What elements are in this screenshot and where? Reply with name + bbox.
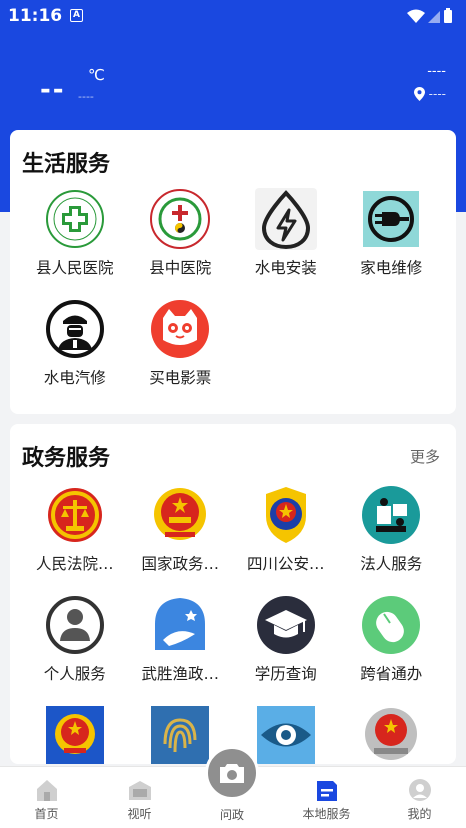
location-label: ----	[428, 87, 446, 101]
local-service-icon	[314, 777, 340, 803]
service-item[interactable]: 县中医院	[128, 188, 234, 298]
service-item[interactable]	[339, 704, 445, 764]
corporate-service-icon	[360, 484, 422, 546]
fingerprint-icon	[149, 704, 211, 764]
tab-media[interactable]: 视听	[93, 767, 186, 828]
service-item[interactable]: 水电安装	[233, 188, 339, 298]
signal-battery-icon	[407, 8, 452, 23]
service-item[interactable]: 个人服务	[22, 594, 128, 704]
home-icon	[34, 777, 60, 803]
location-pin-icon	[413, 87, 425, 101]
tab-local-service[interactable]: 本地服务	[280, 767, 373, 828]
lightning-drop-icon	[254, 188, 317, 250]
service-label: 人民法院…	[35, 555, 114, 573]
eye-icon	[255, 704, 317, 764]
service-item[interactable]: 人民法院…	[22, 484, 128, 594]
tcm-hospital-icon	[149, 188, 211, 250]
camera-button[interactable]	[205, 746, 259, 800]
service-label: 四川公安…	[246, 555, 325, 573]
service-label: 县人民医院	[35, 259, 114, 277]
mouse-icon	[360, 594, 422, 656]
national-emblem-icon	[149, 484, 211, 546]
service-label: 县中医院	[149, 259, 212, 277]
service-label: 国家政务…	[141, 555, 219, 573]
tab-home[interactable]: 首页	[0, 767, 93, 828]
service-item[interactable]: 水电汽修	[22, 298, 128, 408]
section-title: 生活服务	[22, 152, 111, 177]
status-bar: 11:16 A	[0, 0, 466, 32]
section-title: 政务服务	[22, 446, 111, 471]
service-item[interactable]: 四川公安…	[233, 484, 339, 594]
service-item[interactable]	[22, 704, 128, 764]
graduation-cap-icon	[255, 594, 317, 656]
service-label: 水电安装	[254, 259, 317, 277]
service-label: 学历查询	[254, 665, 317, 683]
service-item[interactable]: 买电影票	[128, 298, 234, 408]
weather-location[interactable]: ----	[413, 87, 446, 101]
life-services-grid: 县人民医院 县中医院 水电安装 家电维修 水电汽修 买电影票	[22, 188, 444, 408]
service-label: 买电影票	[149, 369, 212, 387]
service-label: 法人服务	[360, 555, 423, 573]
camera-icon	[220, 764, 244, 783]
profile-icon	[407, 777, 433, 803]
hospital-cross-icon	[44, 188, 106, 250]
tab-label: 首页	[34, 807, 59, 821]
tax-emblem-icon	[360, 704, 422, 764]
service-item[interactable]: 武胜渔政…	[128, 594, 234, 704]
tab-label: 我的	[407, 807, 432, 821]
cat-movie-icon	[149, 298, 211, 360]
service-item[interactable]: 县人民医院	[22, 188, 128, 298]
tab-label: 问政	[219, 808, 244, 822]
service-item[interactable]: 家电维修	[339, 188, 445, 298]
weather-description: ----	[78, 90, 94, 103]
weather-info: ----	[427, 64, 446, 79]
weather-temperature: --	[40, 75, 66, 105]
service-item[interactable]: 学历查询	[233, 594, 339, 704]
tab-profile[interactable]: 我的	[373, 767, 466, 828]
service-label: 个人服务	[43, 665, 106, 683]
gov-services-card: 政务服务 更多 人民法院… 国家政务… 四川公安… 法人服务 个人服务 武胜渔政…	[10, 424, 456, 764]
service-label: 跨省通办	[360, 665, 423, 683]
person-icon	[44, 594, 106, 656]
service-item[interactable]: 国家政务…	[128, 484, 234, 594]
media-icon	[127, 777, 153, 803]
service-label: 武胜渔政…	[141, 665, 219, 683]
court-emblem-icon	[44, 484, 106, 546]
service-item[interactable]: 法人服务	[339, 484, 445, 594]
police-emblem-icon	[255, 484, 317, 546]
fishery-icon	[149, 594, 211, 656]
status-time: 11:16	[8, 6, 63, 26]
tab-label: 本地服务	[302, 807, 351, 821]
service-label: 家电维修	[360, 259, 423, 277]
notification-icon: A	[70, 9, 83, 22]
plug-icon	[360, 188, 422, 250]
gov-services-grid: 人民法院… 国家政务… 四川公安… 法人服务 个人服务 武胜渔政… 学历查询 跨…	[22, 484, 444, 764]
emblem-blue-icon	[44, 704, 106, 764]
mechanic-icon	[44, 298, 106, 360]
service-item[interactable]: 跨省通办	[339, 594, 445, 704]
more-link[interactable]: 更多	[410, 446, 440, 467]
service-label: 水电汽修	[43, 369, 106, 387]
life-services-card: 生活服务 县人民医院 县中医院 水电安装 家电维修 水电汽修 买电影票	[10, 130, 456, 414]
weather-unit: ℃	[88, 66, 105, 84]
tab-label: 视听	[127, 807, 152, 821]
